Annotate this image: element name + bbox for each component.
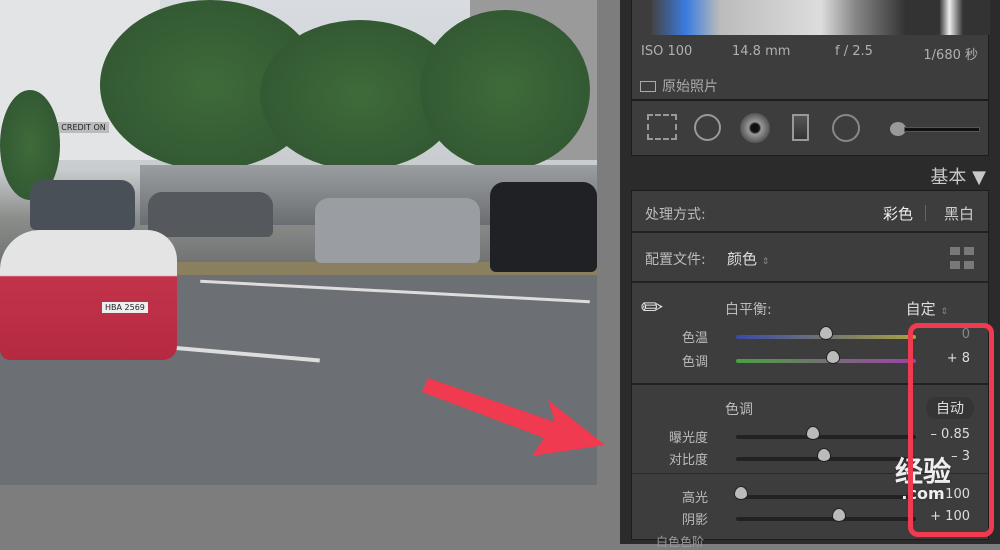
exif-iso: ISO 100 <box>641 44 693 59</box>
contrast-slider[interactable] <box>736 448 916 462</box>
profile-row: 配置文件: 颜色 ⇕ <box>632 235 988 283</box>
red-eye-icon[interactable] <box>740 113 770 143</box>
slider-label: 对比度 <box>669 453 709 468</box>
wb-value: 自定 <box>905 300 936 318</box>
exif-shutter: 1/680 秒 <box>923 48 978 63</box>
divider <box>925 205 926 221</box>
slider-thumb[interactable] <box>817 448 831 462</box>
profile-value: 颜色 <box>727 250 758 268</box>
radial-filter-icon[interactable] <box>832 114 860 142</box>
crop-icon[interactable] <box>647 114 677 140</box>
red-highlight-box <box>908 323 994 537</box>
updown-icon: ⇕ <box>761 257 770 267</box>
histogram <box>652 0 990 35</box>
original-photo-toggle[interactable]: 原始照片 <box>640 76 718 96</box>
wb-select[interactable]: 自定 ⇕ <box>906 298 948 319</box>
slider-thumb[interactable] <box>819 326 833 340</box>
wb-label: 白平衡: <box>725 302 772 318</box>
exif-aperture: f / 2.5 <box>835 44 873 59</box>
car <box>315 198 480 263</box>
slider-label: 高光 <box>682 491 709 506</box>
brush-size-slider[interactable] <box>904 127 980 132</box>
treatment-bw-button[interactable]: 黑白 <box>944 203 974 224</box>
tool-strip <box>631 100 989 156</box>
highlights-slider[interactable] <box>734 486 916 500</box>
red-arrow-annotation <box>422 378 605 456</box>
checkbox[interactable] <box>640 80 656 92</box>
exposure-slider[interactable] <box>736 426 916 440</box>
license-plate: HBA 2569 <box>102 302 148 313</box>
graduated-filter-icon[interactable] <box>792 114 809 141</box>
slider-label: 曝光度 <box>669 431 709 446</box>
slider-thumb[interactable] <box>832 508 846 522</box>
histogram-panel: ISO 100 14.8 mm f / 2.5 1/680 秒 原始照片 <box>631 0 990 100</box>
slider-label: 阴影 <box>682 513 709 528</box>
exif-focal: 14.8 mm <box>732 44 791 59</box>
treatment-label: 处理方式: <box>645 207 706 223</box>
slider-label: 色调 <box>682 355 709 370</box>
shadows-slider[interactable] <box>736 508 916 522</box>
updown-icon: ⇕ <box>940 307 948 317</box>
treatment-row: 处理方式: 彩色 黑白 <box>632 191 988 233</box>
truck <box>490 182 597 272</box>
collapse-triangle-icon: ▼ <box>972 167 986 188</box>
slider-thumb[interactable] <box>826 350 840 364</box>
spot-removal-icon[interactable] <box>694 114 721 141</box>
section-header-basic[interactable]: 基本 ▼ <box>930 163 986 189</box>
whites-label: 白色色阶 <box>656 535 705 549</box>
tint-slider[interactable] <box>736 350 916 364</box>
profile-select[interactable]: 颜色 ⇕ <box>727 248 769 269</box>
slider-label: 色温 <box>682 331 709 346</box>
tone-label: 色调 <box>725 402 753 418</box>
tree <box>420 10 590 170</box>
original-photo-label: 原始照片 <box>662 79 718 95</box>
red-car <box>0 230 177 360</box>
gutter <box>597 0 620 544</box>
slider-thumb[interactable] <box>806 426 820 440</box>
slider-thumb[interactable] <box>734 486 748 500</box>
profile-browser-icon[interactable] <box>950 247 974 269</box>
profile-label: 配置文件: <box>645 252 706 268</box>
temp-slider[interactable] <box>736 326 916 340</box>
car <box>148 192 273 237</box>
eyedropper-icon[interactable]: ✎ <box>635 290 672 327</box>
section-title: 基本 <box>930 167 967 188</box>
car <box>30 180 135 230</box>
treatment-color-button[interactable]: 彩色 <box>883 203 913 224</box>
